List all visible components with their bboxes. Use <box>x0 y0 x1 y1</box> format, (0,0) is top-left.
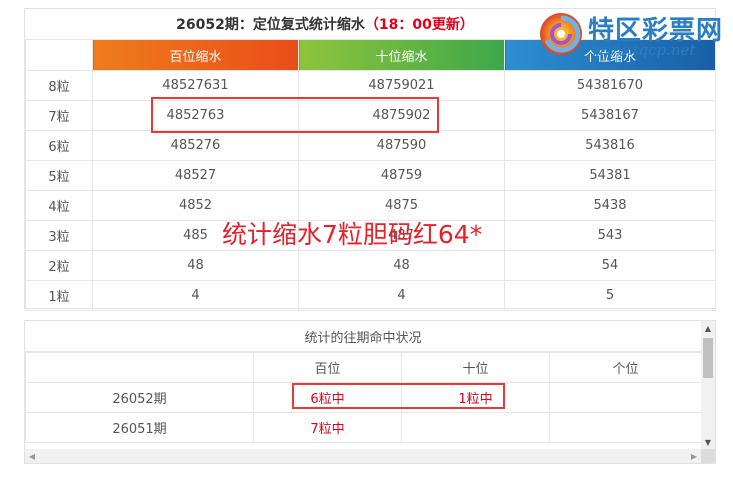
ge-cell: 543 <box>504 220 716 251</box>
shi-cell: 48759 <box>298 160 505 191</box>
header-empty <box>25 352 254 383</box>
scroll-down-icon[interactable]: ▼ <box>701 435 715 449</box>
row-label: 6粒 <box>25 130 93 161</box>
ge-cell: 5438 <box>504 190 716 221</box>
shi-cell: 487590 <box>298 130 505 161</box>
row-label: 4粒 <box>25 190 93 221</box>
scroll-thumb[interactable] <box>703 338 713 378</box>
bai-cell: 48527 <box>92 160 299 191</box>
logo-swirl-icon <box>540 13 582 55</box>
ge-cell: 54381670 <box>504 70 716 101</box>
row-label: 8粒 <box>25 70 93 101</box>
bai-cell: 4 <box>92 280 299 311</box>
shi-cell: 48 <box>298 250 505 281</box>
ge-cell: 5438167 <box>504 100 716 131</box>
highlight-box-history <box>292 383 505 409</box>
table-row: 5粒 48527 48759 54381 <box>25 160 716 191</box>
header-shi: 十位 <box>401 352 550 383</box>
header-ge: 个位 <box>549 352 702 383</box>
row-label: 3粒 <box>25 220 93 251</box>
ge-cell: 543816 <box>504 130 716 161</box>
highlight-box-7 <box>151 97 439 133</box>
history-title: 统计的往期命中状况 <box>25 321 701 352</box>
row-label: 7粒 <box>25 100 93 131</box>
scroll-left-icon[interactable]: ◀ <box>25 449 39 463</box>
period-cell: 26052期 <box>25 382 254 413</box>
shi-hit-cell <box>401 412 550 443</box>
vertical-scrollbar[interactable]: ▲ ▼ <box>701 321 715 449</box>
shi-cell: 48759021 <box>298 70 505 101</box>
ge-cell: 54 <box>504 250 716 281</box>
shrink-table: 百位缩水 十位缩水 个位缩水 8粒 48527631 48759021 5438167… <box>25 39 716 311</box>
period-cell: 26051期 <box>25 412 254 443</box>
table-row: 6粒 485276 487590 543816 <box>25 130 716 161</box>
ge-hit-cell <box>549 412 702 443</box>
bai-cell: 48527631 <box>92 70 299 101</box>
header-empty <box>25 39 93 71</box>
bai-cell: 48 <box>92 250 299 281</box>
bai-hit-cell: 7粒中 <box>253 412 402 443</box>
ge-hit-cell <box>549 382 702 413</box>
site-logo[interactable]: 特区彩票网 www.tqcp.net <box>533 8 723 60</box>
header-bai: 百位 <box>253 352 402 383</box>
row-label: 5粒 <box>25 160 93 191</box>
row-label: 1粒 <box>25 280 93 311</box>
row-label: 2粒 <box>25 250 93 281</box>
header-shi: 十位缩水 <box>298 39 505 71</box>
logo-url: www.tqcp.net <box>591 41 696 59</box>
header-bai: 百位缩水 <box>92 39 299 71</box>
history-header: 百位 十位 个位 <box>25 352 702 383</box>
ge-cell: 5 <box>504 280 716 311</box>
table-row: 1粒 4 4 5 <box>25 280 716 311</box>
table-row: 26051期 7粒中 <box>25 412 702 443</box>
table-row: 2粒 48 48 54 <box>25 250 716 281</box>
ge-cell: 54381 <box>504 160 716 191</box>
scroll-corner <box>701 449 715 463</box>
scroll-up-icon[interactable]: ▲ <box>701 321 715 335</box>
title-text: 26052期：定位复式统计缩水 <box>176 17 365 33</box>
update-time: （18：00更新） <box>364 17 474 33</box>
bai-cell: 485276 <box>92 130 299 161</box>
shi-cell: 4 <box>298 280 505 311</box>
horizontal-scrollbar[interactable]: ◀ ▶ <box>25 449 701 463</box>
overlay-annotation: 统计缩水7粒胆码红64* <box>222 220 483 249</box>
table-row: 8粒 48527631 48759021 54381670 <box>25 70 716 101</box>
scroll-right-icon[interactable]: ▶ <box>687 449 701 463</box>
